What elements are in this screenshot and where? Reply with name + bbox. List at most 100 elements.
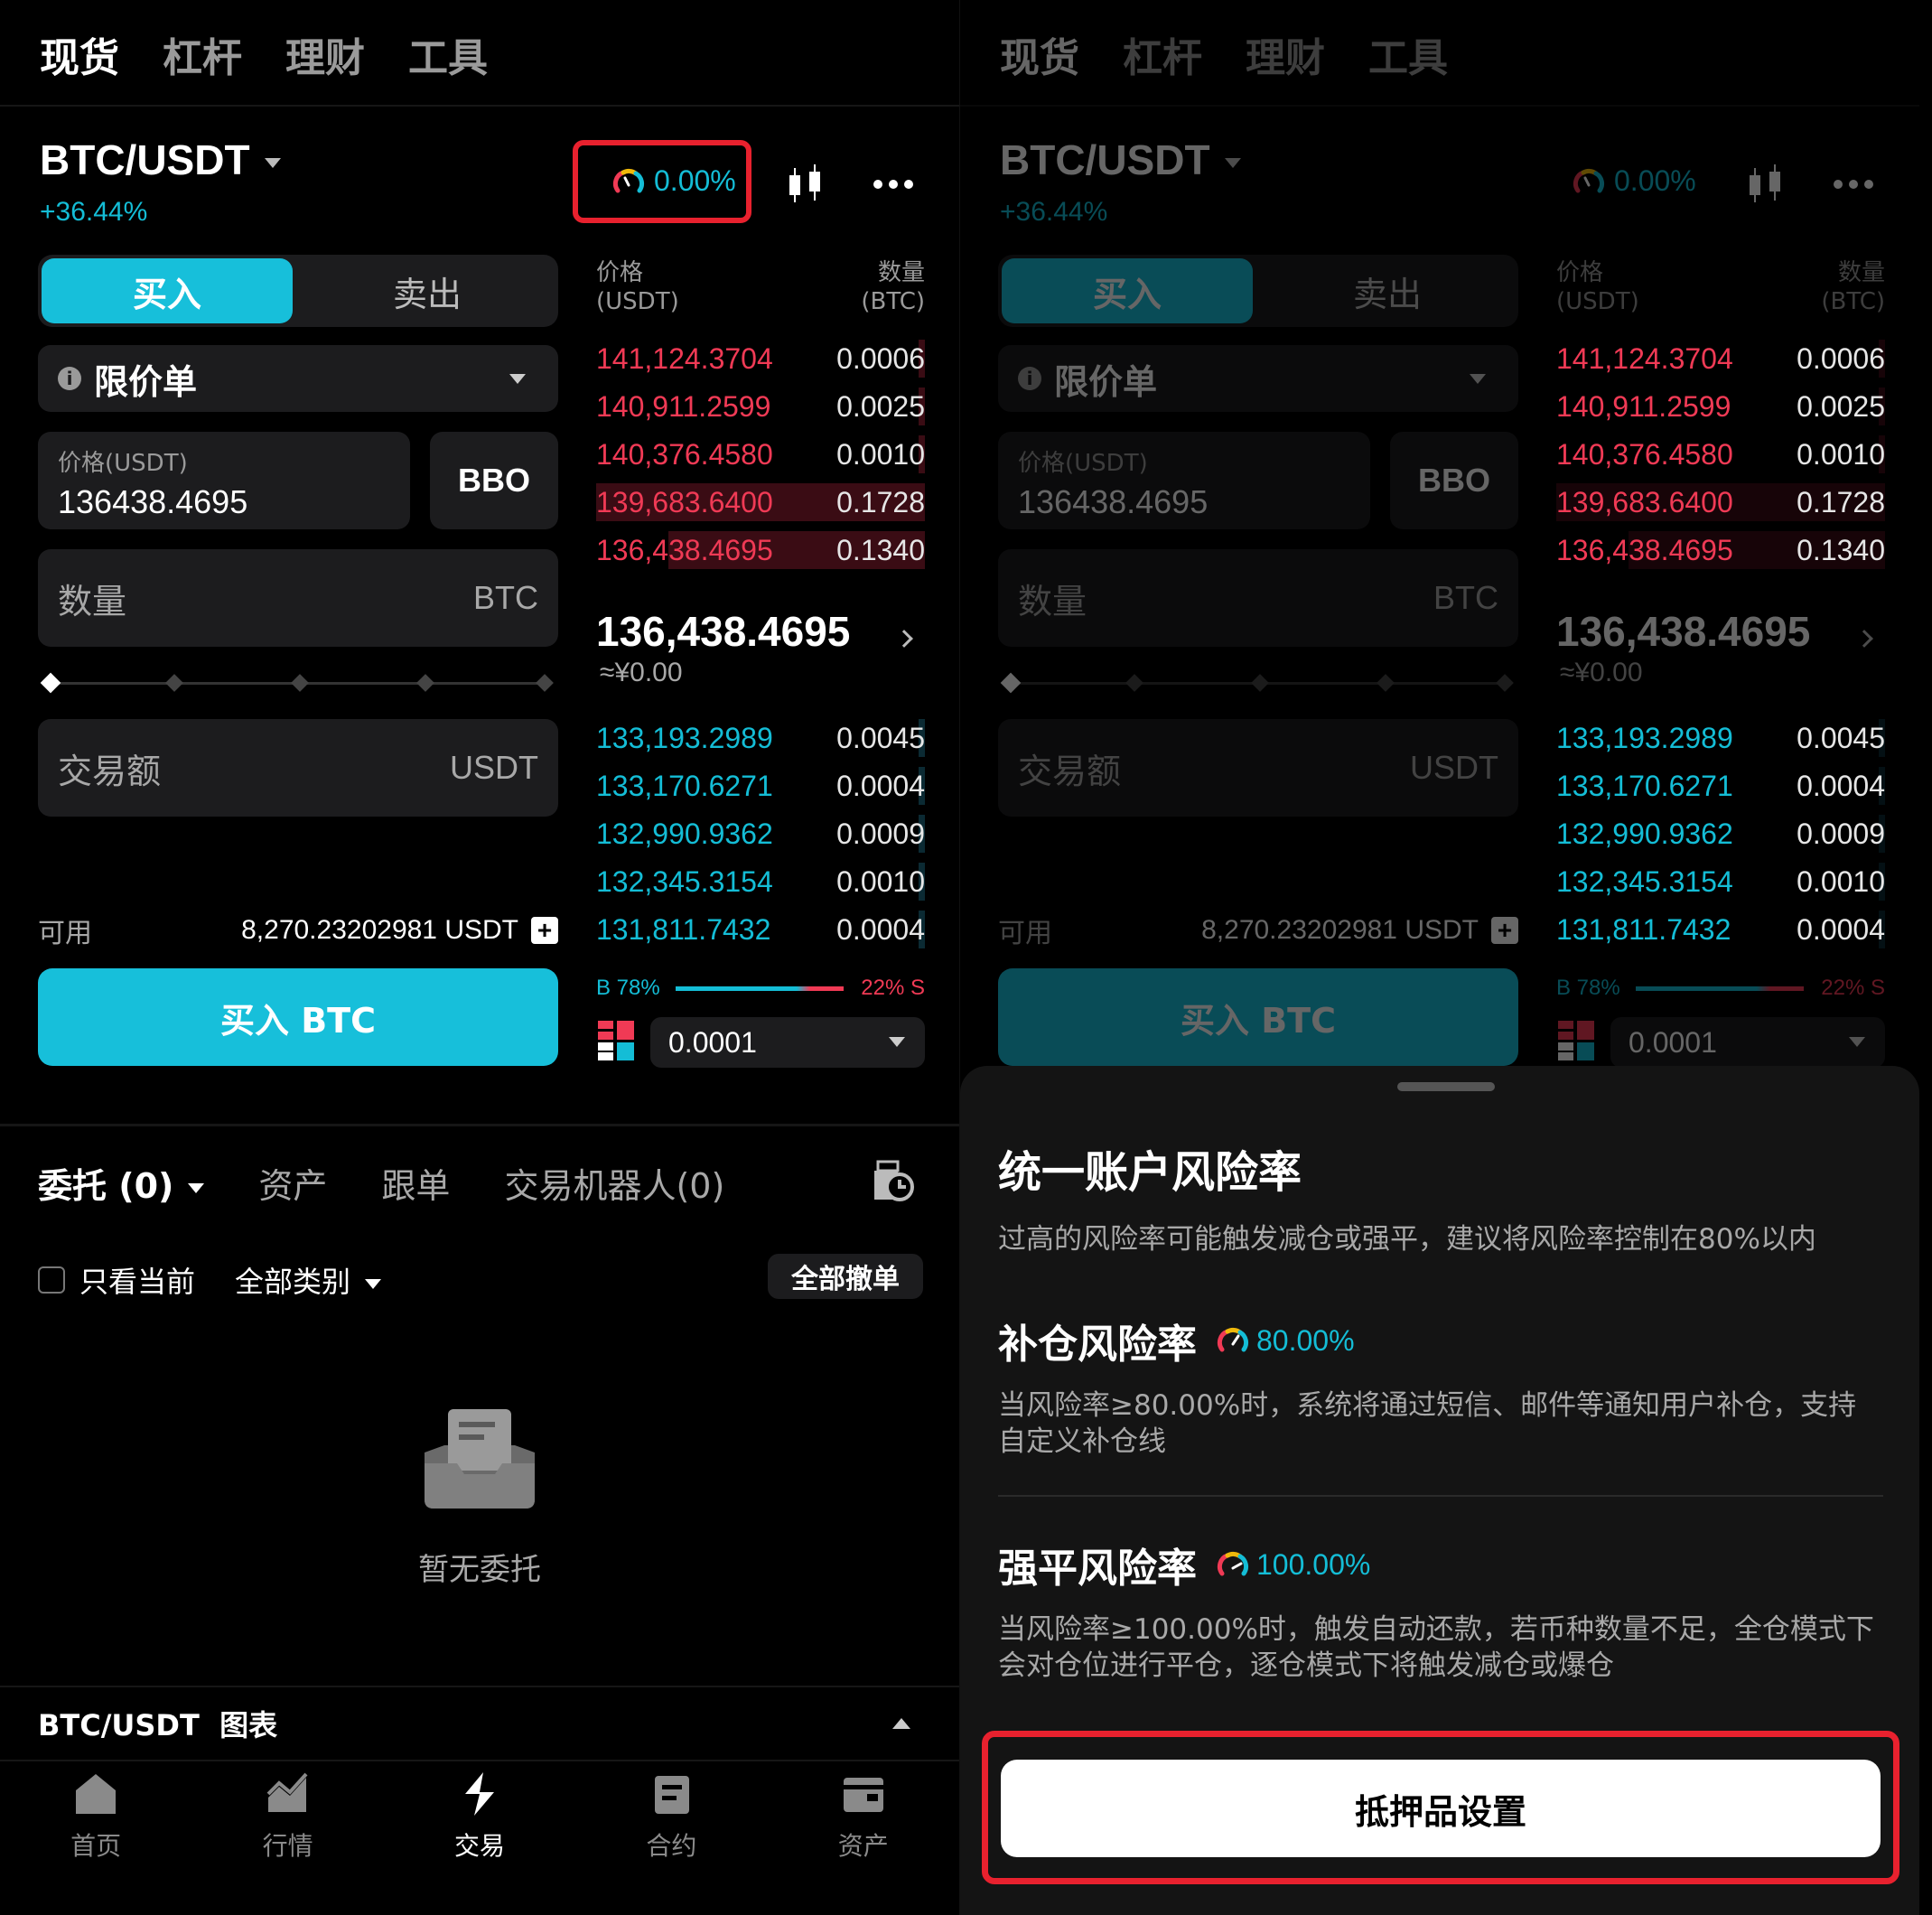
chart-toggle-bar[interactable]: BTC/USDT 图表 bbox=[0, 1686, 959, 1761]
trade-screen-with-sheet: 现货 杠杆 理财 工具 BTC/USDT +36.44% 0.00% 买入 卖出… bbox=[960, 0, 1919, 1915]
tab-copy-trading[interactable]: 跟单 bbox=[381, 1158, 450, 1208]
tab-margin[interactable]: 杠杆 bbox=[163, 25, 242, 83]
order-qty: 0.0010 bbox=[836, 437, 925, 471]
order-price: 139,683.6400 bbox=[596, 485, 773, 518]
trade-screen: 现货 杠杆 理财 工具 BTC/USDT +36.44% 0.00% 买入 卖出… bbox=[0, 0, 959, 1915]
order-price: 140,376.4580 bbox=[1556, 437, 1733, 471]
more-icon[interactable] bbox=[873, 179, 914, 190]
bid-row[interactable]: 133,193.2989 0.0045 bbox=[596, 715, 925, 761]
quantity-slider[interactable] bbox=[40, 672, 554, 694]
sheet-handle[interactable] bbox=[1397, 1082, 1495, 1091]
order-qty: 0.1340 bbox=[836, 533, 925, 566]
chevron-down-icon bbox=[264, 158, 281, 169]
bid-row[interactable]: 131,811.7432 0.0004 bbox=[1556, 907, 1885, 952]
bid-row[interactable]: 133,193.2989 0.0045 bbox=[1556, 715, 1885, 761]
bid-row[interactable]: 132,345.3154 0.0010 bbox=[1556, 859, 1885, 904]
price-value: 136438.4695 bbox=[58, 483, 248, 520]
buy-btc-button[interactable]: 买入 BTC bbox=[38, 968, 558, 1066]
info-icon[interactable]: i bbox=[58, 367, 81, 390]
slider-step[interactable] bbox=[536, 674, 554, 692]
ask-row[interactable]: 141,124.3704 0.0006 bbox=[596, 336, 925, 381]
slider-step[interactable] bbox=[291, 674, 309, 692]
show-current-checkbox[interactable] bbox=[38, 1266, 65, 1294]
bottom-nav: 首页 行情 交易 合约 资产 bbox=[0, 1770, 959, 1888]
amount-placeholder: 交易额 bbox=[58, 751, 162, 791]
last-price[interactable]: 136,438.4695 bbox=[596, 607, 850, 656]
order-price: 141,124.3704 bbox=[596, 341, 773, 375]
add-funds-icon[interactable]: + bbox=[531, 917, 558, 944]
bid-row[interactable]: 132,990.9362 0.0009 bbox=[596, 811, 925, 856]
order-qty: 0.0006 bbox=[836, 341, 925, 375]
nav-trade[interactable]: 交易 bbox=[416, 1770, 543, 1888]
order-price: 131,811.7432 bbox=[596, 912, 771, 946]
ask-row[interactable]: 136,438.4695 0.1340 bbox=[596, 528, 925, 573]
order-history-icon[interactable] bbox=[871, 1156, 914, 1203]
bbo-button[interactable]: BBO bbox=[430, 432, 558, 529]
ask-row[interactable]: 140,911.2599 0.0025 bbox=[1556, 384, 1885, 429]
dropdown-arrow-icon bbox=[509, 374, 526, 384]
ask-row[interactable]: 139,683.6400 0.1728 bbox=[1556, 480, 1885, 525]
order-filters: 只看当前 全部类别 bbox=[38, 1259, 382, 1301]
slider-handle[interactable] bbox=[40, 672, 61, 694]
tab-tools[interactable]: 工具 bbox=[408, 25, 488, 83]
sell-ratio: 22% S bbox=[861, 976, 925, 1000]
nav-home[interactable]: 首页 bbox=[33, 1770, 159, 1888]
ask-row[interactable]: 136,438.4695 0.1340 bbox=[1556, 528, 1885, 573]
bid-row[interactable]: 133,170.6271 0.0004 bbox=[1556, 763, 1885, 808]
risk-rate-button[interactable]: 0.00% bbox=[612, 164, 736, 198]
nav-label: 首页 bbox=[70, 1831, 122, 1861]
quantity-placeholder: 数量 bbox=[58, 581, 127, 621]
order-price: 131,811.7432 bbox=[1556, 912, 1731, 946]
price-input[interactable]: 价格(USDT) 136438.4695 bbox=[38, 432, 410, 529]
pair-selector[interactable]: BTC/USDT bbox=[40, 135, 281, 184]
ask-row[interactable]: 141,124.3704 0.0006 bbox=[1556, 336, 1885, 381]
nav-contract[interactable]: 合约 bbox=[608, 1770, 734, 1888]
ask-row[interactable]: 140,376.4580 0.0010 bbox=[596, 432, 925, 477]
available-label: 可用 bbox=[38, 918, 92, 949]
nav-market[interactable]: 行情 bbox=[225, 1770, 351, 1888]
bid-row[interactable]: 132,990.9362 0.0009 bbox=[1556, 811, 1885, 856]
margin-call-rate-value: 80.00% bbox=[1256, 1323, 1355, 1357]
slider-step[interactable] bbox=[416, 674, 434, 692]
order-price: 133,193.2989 bbox=[1556, 721, 1733, 754]
nav-label: 行情 bbox=[262, 1831, 313, 1861]
tab-spot[interactable]: 现货 bbox=[40, 25, 119, 83]
slider-step[interactable] bbox=[165, 674, 183, 692]
tab-orders[interactable]: 委托 (0) bbox=[38, 1158, 205, 1208]
ask-row[interactable]: 139,683.6400 0.1728 bbox=[596, 480, 925, 525]
liquidation-rate: 100.00% bbox=[1217, 1548, 1370, 1582]
tab-earn[interactable]: 理财 bbox=[285, 25, 365, 83]
order-qty: 0.1340 bbox=[1797, 533, 1885, 566]
collateral-settings-button[interactable]: 抵押品设置 bbox=[1001, 1760, 1881, 1857]
tab-assets[interactable]: 资产 bbox=[258, 1158, 327, 1208]
order-qty: 0.0010 bbox=[1797, 437, 1885, 471]
order-qty: 0.0009 bbox=[1797, 817, 1885, 850]
category-filter[interactable]: 全部类别 bbox=[235, 1259, 382, 1301]
ask-row[interactable]: 140,911.2599 0.0025 bbox=[596, 384, 925, 429]
risk-rate-value: 0.00% bbox=[654, 164, 736, 197]
bid-row[interactable]: 132,345.3154 0.0010 bbox=[596, 859, 925, 904]
depth-step-select[interactable]: 0.0001 bbox=[650, 1017, 925, 1068]
orderbook-layout-icon[interactable] bbox=[598, 1021, 634, 1060]
ask-row[interactable]: 140,376.4580 0.0010 bbox=[1556, 432, 1885, 477]
bid-row[interactable]: 131,811.7432 0.0004 bbox=[596, 907, 925, 952]
nav-assets[interactable]: 资产 bbox=[800, 1770, 927, 1888]
tab-trading-bots[interactable]: 交易机器人(0) bbox=[504, 1158, 724, 1208]
chevron-right-icon[interactable] bbox=[895, 630, 913, 648]
available-balance: 可用 8,270.23202981 USDT + bbox=[38, 911, 558, 950]
empty-orders-text: 暂无委托 bbox=[418, 1552, 541, 1588]
order-price: 141,124.3704 bbox=[1556, 341, 1733, 375]
bid-row[interactable]: 133,170.6271 0.0004 bbox=[596, 763, 925, 808]
show-current-label[interactable]: 只看当前 bbox=[79, 1259, 195, 1301]
buy-tab[interactable]: 买入 bbox=[42, 258, 293, 323]
gauge-icon bbox=[1217, 1551, 1249, 1576]
quantity-input[interactable]: 数量 BTC bbox=[38, 549, 558, 647]
cancel-all-button[interactable]: 全部撤单 bbox=[768, 1254, 923, 1299]
order-type-select[interactable]: i 限价单 bbox=[38, 345, 558, 412]
amount-input[interactable]: 交易额 USDT bbox=[38, 719, 558, 817]
candlestick-chart-icon[interactable] bbox=[786, 164, 827, 204]
sell-tab[interactable]: 卖出 bbox=[300, 258, 555, 323]
order-price: 133,193.2989 bbox=[596, 721, 773, 754]
pair-name: BTC/USDT bbox=[40, 136, 250, 183]
order-qty: 0.0010 bbox=[836, 864, 925, 898]
